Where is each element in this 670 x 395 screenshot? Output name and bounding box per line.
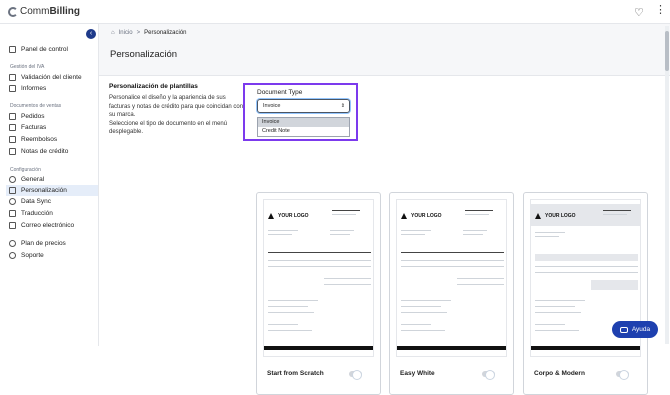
- sidebar-item-notas-credito[interactable]: Notas de crédito: [6, 146, 98, 157]
- template-name: Start from Scratch: [267, 370, 324, 377]
- sidebar-item-label: Validación del cliente: [21, 74, 82, 81]
- sidebar-item-reembolsos[interactable]: Reembolsos: [6, 134, 98, 145]
- page-title: Personalización: [110, 49, 178, 60]
- sidebar-item-label: Notas de crédito: [21, 148, 69, 155]
- sidebar-item-label: Reembolsos: [21, 136, 58, 143]
- sidebar-item-label: Traducción: [21, 210, 53, 217]
- logo-triangle-icon: [268, 213, 274, 219]
- scrollbar-thumb[interactable]: [665, 31, 669, 71]
- sidebar-item-plan-precios[interactable]: Plan de precios: [6, 238, 98, 249]
- template-preview: YOUR LOGO: [263, 199, 374, 357]
- sidebar-item-data-sync[interactable]: Data Sync: [6, 196, 98, 207]
- sidebar-item-label: Personalización: [21, 187, 67, 194]
- sidebar-item-traduccion[interactable]: Traducción: [6, 208, 98, 219]
- template-logo: YOUR LOGO: [401, 213, 442, 219]
- sidebar-item-panel[interactable]: Panel de control: [6, 44, 98, 55]
- heart-icon[interactable]: ♡: [634, 6, 644, 19]
- breadcrumb: ⌂ Inicio > Personalización: [111, 30, 187, 36]
- tag-icon: [9, 240, 16, 247]
- document-type-value: Invoice: [263, 103, 281, 109]
- sidebar-item-facturas[interactable]: Facturas: [6, 122, 98, 133]
- template-card[interactable]: YOUR LOGO Start from Scratch: [256, 192, 381, 395]
- credit-note-icon: [9, 148, 16, 155]
- mail-icon: [9, 222, 16, 229]
- top-bar: Comm Billing ♡ ⋮: [0, 0, 670, 24]
- logo-text: YOUR LOGO: [278, 213, 309, 219]
- sidebar-item-label: Plan de precios: [21, 240, 66, 247]
- report-icon: [9, 85, 16, 92]
- sidebar: ‹ Panel de control Gestión del IVA Valid…: [0, 24, 99, 346]
- sidebar-item-correo[interactable]: Correo electrónico: [6, 220, 98, 231]
- sidebar-item-general[interactable]: General: [6, 174, 98, 185]
- refund-icon: [9, 136, 16, 143]
- help-button[interactable]: Ayuda: [612, 321, 658, 338]
- scrollbar[interactable]: [665, 26, 669, 344]
- option-invoice[interactable]: Invoice: [258, 118, 349, 127]
- template-settings-card: Personalización de plantillas Personalic…: [99, 75, 670, 395]
- section-description: Personalice el diseño y la apariencia de…: [109, 94, 245, 137]
- sidebar-item-label: Data Sync: [21, 198, 51, 205]
- template-card[interactable]: YOUR LOGO Easy White: [389, 192, 514, 395]
- sidebar-group-configuracion: Configuración: [10, 167, 41, 173]
- breadcrumb-separator: >: [136, 30, 141, 36]
- sidebar-item-validacion[interactable]: Validación del cliente: [6, 72, 98, 83]
- sidebar-item-soporte[interactable]: Soporte: [6, 250, 98, 261]
- template-name: Corpo & Modern: [534, 370, 585, 377]
- template-logo: YOUR LOGO: [268, 213, 309, 219]
- sidebar-group-iva: Gestión del IVA: [10, 64, 45, 70]
- orders-icon: [9, 113, 16, 120]
- logo-text: YOUR LOGO: [545, 213, 576, 219]
- document-type-label: Document Type: [257, 89, 303, 96]
- template-name: Easy White: [400, 370, 435, 377]
- app-logo[interactable]: Comm Billing: [8, 6, 80, 17]
- sidebar-item-label: Facturas: [21, 124, 47, 131]
- sidebar-item-label: Correo electrónico: [21, 222, 75, 229]
- chat-icon: [619, 326, 628, 333]
- logo-icon: [8, 6, 18, 17]
- sidebar-item-informes[interactable]: Informes: [6, 83, 98, 94]
- brand-prefix: Comm: [20, 6, 50, 17]
- sidebar-group-ventas: Documentos de ventas: [10, 103, 62, 109]
- sidebar-item-label: Soporte: [21, 252, 44, 259]
- id-card-icon: [9, 74, 16, 81]
- grid-icon: [9, 46, 16, 53]
- template-toggle[interactable]: [482, 370, 495, 380]
- breadcrumb-home[interactable]: Inicio: [119, 30, 133, 36]
- sidebar-item-label: Pedidos: [21, 113, 45, 120]
- home-icon[interactable]: ⌂: [111, 30, 115, 36]
- brush-icon: [9, 187, 16, 194]
- more-menu-icon[interactable]: ⋮: [655, 5, 666, 16]
- sync-icon: [9, 198, 16, 205]
- template-preview: YOUR LOGO: [396, 199, 507, 357]
- section-title: Personalización de plantillas: [109, 83, 198, 90]
- template-toggle[interactable]: [349, 370, 362, 380]
- select-caret-icon: ⇕: [340, 103, 345, 109]
- support-icon: [9, 252, 16, 259]
- logo-text: YOUR LOGO: [411, 213, 442, 219]
- sidebar-item-label: Panel de control: [21, 46, 68, 53]
- translate-icon: [9, 210, 16, 217]
- collapse-sidebar-button[interactable]: ‹: [86, 29, 96, 39]
- brand-bold: Billing: [49, 6, 81, 17]
- template-card[interactable]: YOUR LOGO Corpo & Modern: [523, 192, 648, 395]
- logo-triangle-icon: [401, 213, 407, 219]
- logo-triangle-icon: [535, 213, 541, 219]
- breadcrumb-current: Personalización: [144, 30, 187, 36]
- invoice-icon: [9, 124, 16, 131]
- sidebar-item-label: Informes: [21, 85, 47, 92]
- document-type-options: Invoice Credit Note: [257, 117, 350, 137]
- template-logo: YOUR LOGO: [535, 213, 576, 219]
- section-desc-1: Personalice el diseño y la apariencia de…: [109, 95, 244, 118]
- sidebar-item-label: General: [21, 176, 45, 183]
- help-label: Ayuda: [631, 326, 651, 333]
- main-content: ⌂ Inicio > Personalización Personalizaci…: [99, 24, 670, 395]
- sidebar-item-personalizacion[interactable]: Personalización: [6, 185, 98, 196]
- document-type-panel: Document Type Invoice ⇕ Invoice Credit N…: [243, 83, 358, 141]
- gear-icon: [9, 176, 16, 183]
- template-toggle[interactable]: [616, 370, 629, 380]
- option-credit-note[interactable]: Credit Note: [258, 127, 349, 136]
- section-desc-2: Seleccione el tipo de documento en el me…: [109, 120, 228, 136]
- document-type-select[interactable]: Invoice ⇕: [257, 99, 350, 113]
- sidebar-item-pedidos[interactable]: Pedidos: [6, 111, 98, 122]
